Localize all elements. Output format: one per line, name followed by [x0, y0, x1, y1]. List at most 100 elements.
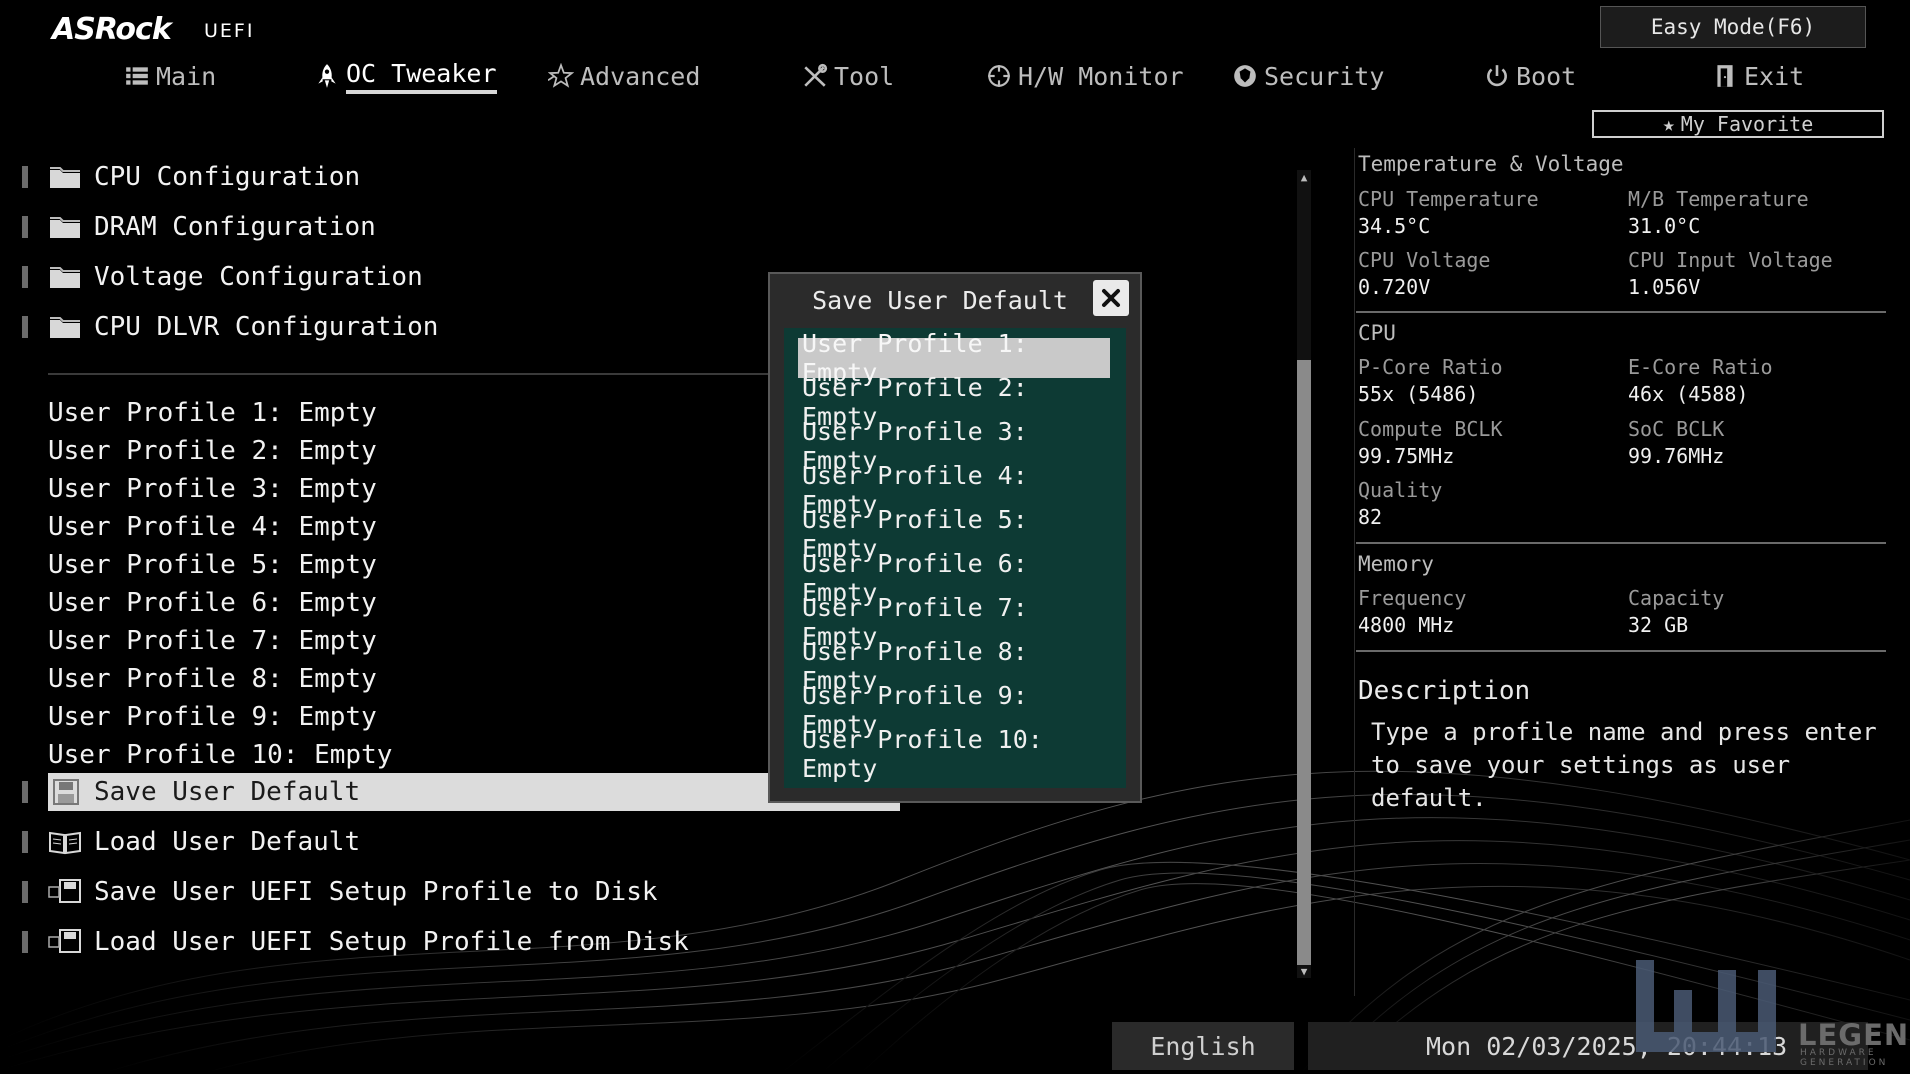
language-selector[interactable]: English	[1112, 1022, 1294, 1070]
tab-boot-label: Boot	[1516, 61, 1577, 91]
action-label: Load User Default	[94, 827, 361, 857]
load-user-default-item[interactable]: Load User Default	[22, 823, 361, 861]
dialog-profile-item[interactable]: User Profile 2: Empty	[798, 373, 1110, 431]
menu-item-label: DRAM Configuration	[94, 212, 376, 242]
cpu-voltage-value: 0.720V	[1358, 275, 1431, 299]
disk-load-icon	[48, 929, 81, 953]
cpu-temp-value: 34.5°C	[1358, 214, 1431, 238]
list-icon	[126, 67, 148, 85]
tab-exit[interactable]: Exit	[1712, 56, 1804, 96]
scroll-up-icon[interactable]: ▲	[1297, 170, 1311, 184]
folder-icon	[50, 317, 80, 338]
cpu-voltage-label: CPU Voltage	[1358, 248, 1491, 272]
tab-tool-label: Tool	[834, 61, 895, 91]
power-icon	[1487, 65, 1507, 87]
rocket-icon	[318, 64, 336, 88]
menu-item-label: CPU Configuration	[94, 162, 361, 192]
star-icon: ★	[1662, 112, 1675, 136]
dialog-profile-item[interactable]: User Profile 6: Empty	[798, 549, 1110, 607]
profile-item[interactable]: User Profile 6: Empty	[48, 585, 377, 621]
profile-item[interactable]: User Profile 7: Empty	[48, 623, 377, 659]
tab-hw-monitor-label: H/W Monitor	[1018, 61, 1184, 91]
soc-bclk-value: 99.76MHz	[1628, 444, 1725, 468]
asrock-logo: ASRock	[52, 12, 172, 47]
action-label: Save User Default	[94, 777, 361, 807]
folder-icon	[50, 167, 80, 188]
tab-main[interactable]: Main	[124, 56, 216, 96]
folder-icon	[50, 217, 80, 238]
menu-item-label: Voltage Configuration	[94, 262, 423, 292]
dialog-profile-item[interactable]: User Profile 1: Empty	[798, 329, 1110, 387]
shield-icon	[1234, 65, 1256, 87]
memory-section-title: Memory	[1358, 552, 1434, 576]
cpu-temp-label: CPU Temperature	[1358, 187, 1539, 211]
dialog-profile-item[interactable]: User Profile 3: Empty	[798, 417, 1110, 475]
easy-mode-button[interactable]: Easy Mode(F6)	[1600, 6, 1866, 48]
menu-item-voltage-configuration[interactable]: Voltage Configuration	[22, 258, 423, 296]
menu-separator	[48, 373, 768, 375]
memory-frequency-label: Frequency	[1358, 586, 1467, 610]
dialog-profile-item[interactable]: User Profile 10: Empty	[798, 725, 1110, 783]
disk-save-icon	[48, 879, 81, 903]
tab-boot[interactable]: Boot	[1484, 56, 1576, 96]
tab-oc-tweaker-label: OC Tweaker	[346, 59, 497, 94]
menu-item-dram-configuration[interactable]: DRAM Configuration	[22, 208, 376, 246]
panel-separator	[1356, 650, 1886, 652]
mb-temp-value: 31.0°C	[1628, 214, 1701, 238]
profile-item[interactable]: User Profile 5: Empty	[48, 547, 377, 583]
close-icon	[1102, 289, 1120, 307]
menu-item-cpu-configuration[interactable]: CPU Configuration	[22, 158, 361, 196]
quality-label: Quality	[1358, 478, 1443, 502]
cpu-input-voltage-value: 1.056V	[1628, 275, 1701, 299]
profile-item[interactable]: User Profile 3: Empty	[48, 471, 377, 507]
compute-bclk-label: Compute BCLK	[1358, 417, 1503, 441]
tab-advanced-label: Advanced	[580, 61, 701, 91]
cpu-section-title: CPU	[1358, 321, 1396, 345]
save-icon	[53, 779, 79, 805]
description-text: Type a profile name and press enter to s…	[1371, 718, 1877, 812]
dialog-profile-item[interactable]: User Profile 9: Empty	[798, 681, 1110, 739]
profile-item[interactable]: User Profile 1: Empty	[48, 395, 377, 431]
ecore-ratio-label: E-Core Ratio	[1628, 355, 1773, 379]
memory-frequency-value: 4800 MHz	[1358, 613, 1455, 637]
tab-security-label: Security	[1264, 61, 1385, 91]
folder-icon	[50, 267, 80, 288]
scroll-down-icon[interactable]: ▼	[1297, 964, 1311, 978]
compute-bclk-value: 99.75MHz	[1358, 444, 1455, 468]
quality-value: 82	[1358, 505, 1383, 529]
tab-exit-label: Exit	[1744, 61, 1805, 91]
my-favorite-label: My Favorite	[1680, 112, 1814, 136]
profile-item[interactable]: User Profile 2: Empty	[48, 433, 377, 469]
tab-tool[interactable]: Tool	[802, 56, 894, 96]
soc-bclk-label: SoC BCLK	[1628, 417, 1725, 441]
temp-voltage-title: Temperature & Voltage	[1358, 152, 1624, 176]
cpu-input-voltage-label: CPU Input Voltage	[1628, 248, 1833, 272]
profile-item[interactable]: User Profile 8: Empty	[48, 661, 377, 697]
profile-item[interactable]: User Profile 4: Empty	[48, 509, 377, 545]
load-profile-from-disk-item[interactable]: Load User UEFI Setup Profile from Disk	[22, 923, 689, 961]
my-favorite-button[interactable]: ★ My Favorite	[1592, 110, 1884, 138]
save-user-default-item[interactable]: Save User Default	[22, 773, 361, 811]
tab-oc-tweaker[interactable]: OC Tweaker	[314, 56, 497, 96]
star-icon	[548, 63, 574, 88]
book-icon	[49, 831, 81, 855]
tab-security[interactable]: Security	[1232, 56, 1384, 96]
exit-icon	[1717, 65, 1733, 87]
scrollbar-thumb[interactable]	[1297, 360, 1311, 965]
profile-item[interactable]: User Profile 10: Empty	[48, 737, 392, 773]
dialog-profile-item[interactable]: User Profile 4: Empty	[798, 461, 1110, 519]
ecore-ratio-value: 46x (4588)	[1628, 382, 1749, 406]
watermark-text: LEGEND	[1798, 1018, 1910, 1052]
dialog-profile-item[interactable]: User Profile 8: Empty	[798, 637, 1110, 695]
menu-item-cpu-dlvr-configuration[interactable]: CPU DLVR Configuration	[22, 308, 438, 346]
save-profile-to-disk-item[interactable]: Save User UEFI Setup Profile to Disk	[22, 873, 658, 911]
tab-advanced[interactable]: Advanced	[548, 56, 700, 96]
action-label: Load User UEFI Setup Profile from Disk	[94, 927, 689, 957]
dialog-close-button[interactable]	[1093, 280, 1129, 316]
pcore-ratio-value: 55x (5486)	[1358, 382, 1479, 406]
watermark-subtext: HARDWARE GENERATION	[1800, 1048, 1889, 1068]
profile-item[interactable]: User Profile 9: Empty	[48, 699, 377, 735]
dialog-profile-item[interactable]: User Profile 7: Empty	[798, 593, 1110, 651]
dialog-profile-item[interactable]: User Profile 5: Empty	[798, 505, 1110, 563]
tab-hw-monitor[interactable]: H/W Monitor	[986, 56, 1184, 96]
